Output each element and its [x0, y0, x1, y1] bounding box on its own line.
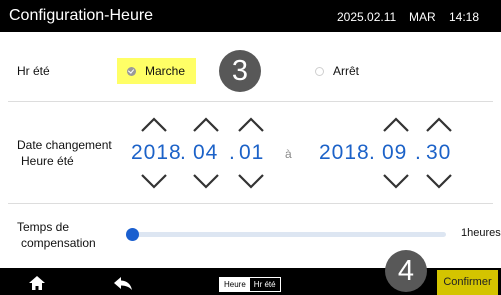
end-month-up-icon[interactable] — [381, 114, 411, 136]
compensation-label: Temps de — [17, 220, 70, 234]
start-month: 04 — [193, 141, 219, 164]
header-date: 2025.02.11 — [337, 10, 397, 24]
home-icon[interactable] — [29, 275, 45, 291]
end-day: 30 — [426, 141, 452, 164]
start-day: 01 — [239, 141, 265, 164]
divider — [8, 203, 493, 204]
end-day-up-icon[interactable] — [424, 114, 454, 136]
compensation-value: 1heures — [461, 227, 501, 239]
toggle-option-hr-ete[interactable]: Hr été — [249, 278, 280, 291]
start-year-up-icon[interactable] — [139, 114, 169, 136]
header-time: 14:18 — [449, 10, 480, 24]
compensation-slider[interactable] — [128, 232, 446, 237]
back-arrow-icon[interactable] — [113, 276, 133, 291]
date-change-label-line2: Heure été — [21, 154, 74, 168]
date-dot: . — [415, 141, 421, 164]
start-month-up-icon[interactable] — [191, 114, 221, 136]
compensation-label-line2: compensation — [21, 236, 96, 250]
confirm-button[interactable]: Confirmer — [437, 270, 498, 295]
dst-on-label: Marche — [145, 64, 186, 78]
step-badge-4: 4 — [385, 250, 427, 292]
start-year-down-icon[interactable] — [139, 170, 169, 192]
dst-on-radio[interactable]: Marche — [117, 58, 197, 84]
date-dot: . — [369, 141, 375, 164]
dst-off-label: Arrêt — [333, 64, 360, 78]
start-day-down-icon[interactable] — [236, 170, 266, 192]
date-range-separator: à — [285, 147, 292, 161]
date-dot: . — [229, 141, 235, 164]
title-bar: Configuration-Heure 2025.02.11 MAR 14:18 — [0, 0, 501, 32]
date-change-label: Date changement — [17, 138, 112, 152]
end-day-down-icon[interactable] — [424, 170, 454, 192]
divider — [8, 101, 493, 102]
radio-circle-icon — [315, 66, 324, 76]
start-month-down-icon[interactable] — [191, 170, 221, 192]
check-circle-icon — [127, 66, 136, 76]
dst-off-radio[interactable]: Arrêt — [315, 64, 359, 78]
date-dot: . — [180, 141, 186, 164]
dst-label: Hr été — [17, 64, 50, 78]
header-day: MAR — [409, 10, 436, 24]
start-year: 2018 — [131, 141, 182, 164]
end-year: 2018 — [319, 141, 370, 164]
compensation-slider-handle[interactable] — [126, 228, 139, 241]
page-title: Configuration-Heure — [9, 7, 154, 24]
step-badge-3: 3 — [219, 50, 261, 92]
start-day-up-icon[interactable] — [236, 114, 266, 136]
toggle-option-heure[interactable]: Heure — [220, 278, 250, 291]
end-month: 09 — [382, 141, 408, 164]
view-toggle[interactable]: Heure Hr été — [219, 277, 281, 292]
end-month-down-icon[interactable] — [381, 170, 411, 192]
